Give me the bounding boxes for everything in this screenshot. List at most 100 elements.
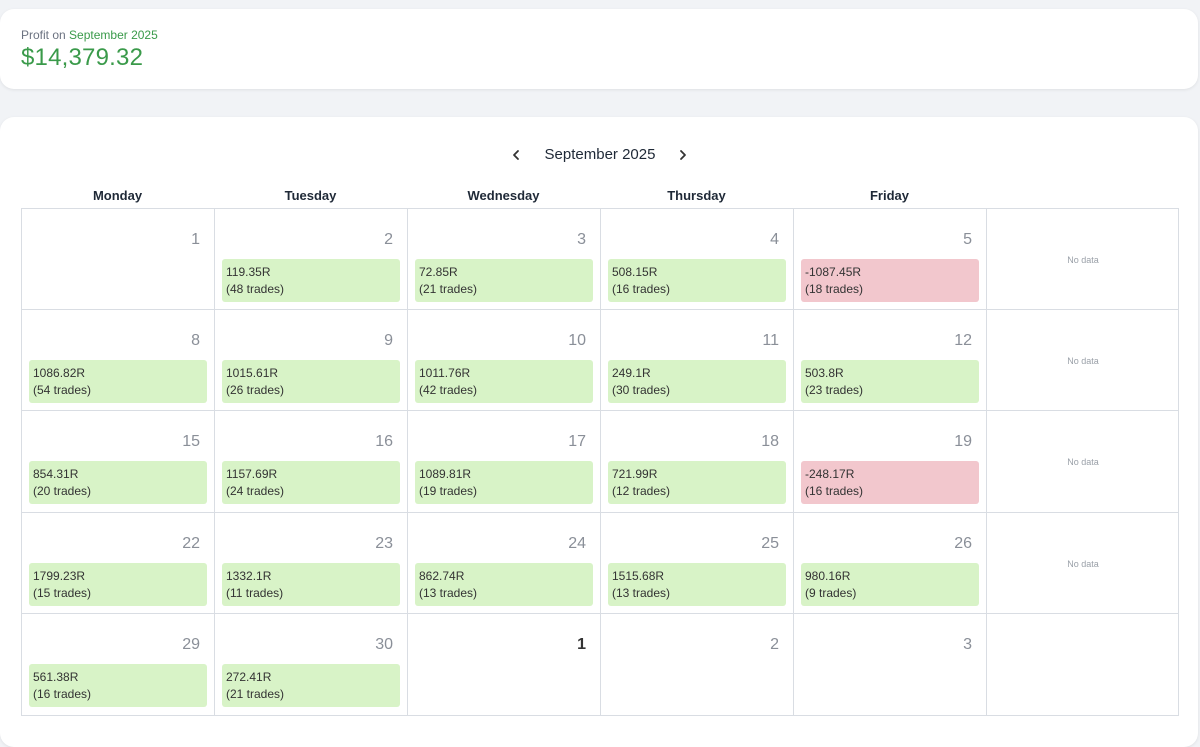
calendar-day-cell[interactable]: 15 854.31R (20 trades)	[22, 411, 215, 513]
calendar-day-cell[interactable]: 3 72.85R (21 trades)	[408, 209, 601, 310]
day-number: 17	[568, 433, 586, 450]
day-trade-count: (24 trades)	[226, 484, 285, 498]
day-number: 1	[191, 231, 200, 248]
weekend-summary-cell: No data	[987, 411, 1179, 513]
day-trade-summary[interactable]: 862.74R (13 trades)	[415, 563, 593, 606]
day-pnl: 1799.23R	[33, 569, 86, 583]
calendar-day-cell[interactable]: 12 503.8R (23 trades)	[794, 310, 987, 411]
day-trade-count: (12 trades)	[612, 484, 671, 498]
day-pnl: 862.74R	[419, 569, 465, 583]
calendar-day-cell[interactable]: 22 1799.23R (15 trades)	[22, 513, 215, 614]
day-number: 29	[182, 636, 200, 653]
day-pnl: 119.35R	[226, 265, 271, 279]
day-pnl: 249.1R	[612, 366, 651, 380]
day-number: 15	[182, 433, 200, 450]
day-trade-summary[interactable]: 119.35R (48 trades)	[222, 259, 400, 302]
day-pnl: 721.99R	[612, 467, 658, 481]
day-pnl: 1011.76R	[419, 366, 471, 380]
day-pnl: 1089.81R	[419, 467, 472, 481]
calendar-day-cell[interactable]: 3	[794, 614, 987, 715]
day-trade-summary[interactable]: 249.1R (30 trades)	[608, 360, 786, 403]
calendar-day-cell[interactable]: 29 561.38R (16 trades)	[22, 614, 215, 715]
profit-label-prefix: Profit on	[21, 28, 66, 42]
calendar-day-cell[interactable]: 18 721.99R (12 trades)	[601, 411, 794, 513]
weekday-header-wednesday: Wednesday	[467, 188, 540, 203]
calendar-month-title: September 2025	[544, 146, 656, 163]
weekday-header-friday: Friday	[869, 188, 909, 203]
day-trade-count: (13 trades)	[419, 586, 478, 600]
chevron-right-icon	[680, 150, 686, 160]
day-pnl: 72.85R	[419, 265, 458, 279]
day-trade-summary[interactable]: 980.16R (9 trades)	[801, 563, 979, 606]
day-trade-summary[interactable]: 1157.69R (24 trades)	[222, 461, 400, 504]
calendar-day-cell[interactable]: 9 1015.61R (26 trades)	[215, 310, 408, 411]
day-trade-summary[interactable]: 503.8R (23 trades)	[801, 360, 979, 403]
calendar-day-cell[interactable]: 25 1515.68R (13 trades)	[601, 513, 794, 614]
calendar-day-cell[interactable]: 4 508.15R (16 trades)	[601, 209, 794, 310]
day-number: 2	[770, 636, 779, 653]
day-trade-count: (13 trades)	[612, 586, 671, 600]
calendar-day-cell[interactable]: 10 1011.76R (42 trades)	[408, 310, 601, 411]
day-trade-summary[interactable]: 1086.82R (54 trades)	[29, 360, 207, 403]
day-pnl: 1157.69R	[226, 467, 278, 481]
calendar-day-cell[interactable]: 8 1086.82R (54 trades)	[22, 310, 215, 411]
day-number: 11	[762, 332, 779, 349]
weekend-summary-cell: No data	[987, 310, 1179, 411]
day-number: 2	[384, 231, 393, 248]
day-trade-count: (16 trades)	[33, 687, 92, 701]
calendar-day-cell[interactable]: 17 1089.81R (19 trades)	[408, 411, 601, 513]
day-trade-summary[interactable]: 561.38R (16 trades)	[29, 664, 207, 707]
calendar-day-cell[interactable]: 2 119.35R (48 trades)	[215, 209, 408, 310]
day-trade-count: (30 trades)	[612, 383, 671, 397]
day-trade-summary[interactable]: 1799.23R (15 trades)	[29, 563, 207, 606]
no-data-label: No data	[1067, 356, 1099, 366]
day-trade-summary[interactable]: 1089.81R (19 trades)	[415, 461, 593, 504]
day-trade-summary[interactable]: -1087.45R (18 trades)	[801, 259, 979, 302]
no-data-label: No data	[1067, 457, 1099, 467]
day-trade-summary[interactable]: 508.15R (16 trades)	[608, 259, 786, 302]
day-number: 26	[954, 535, 972, 552]
day-trade-count: (18 trades)	[805, 282, 864, 296]
calendar-day-cell[interactable]: 1	[22, 209, 215, 310]
day-trade-count: (9 trades)	[805, 586, 857, 600]
day-trade-count: (16 trades)	[612, 282, 671, 296]
calendar-day-cell[interactable]: 26 980.16R (9 trades)	[794, 513, 987, 614]
profit-label-month: September 2025	[69, 28, 158, 42]
calendar-day-cell[interactable]: 2	[601, 614, 794, 715]
day-trade-count: (16 trades)	[805, 484, 864, 498]
day-pnl: 272.41R	[226, 670, 272, 684]
day-number: 1	[577, 636, 586, 653]
calendar-day-cell[interactable]: 19 -248.17R (16 trades)	[794, 411, 987, 513]
day-trade-summary[interactable]: 72.85R (21 trades)	[415, 259, 593, 302]
calendar-day-cell[interactable]: 16 1157.69R (24 trades)	[215, 411, 408, 513]
day-trade-summary[interactable]: 1011.76R (42 trades)	[415, 360, 593, 403]
calendar-grid: 1 2 119.35R (48 trades) 3 72.85R (21 trades) 4 5…	[21, 208, 1179, 716]
day-number: 16	[375, 433, 393, 450]
day-pnl: 1332.1R	[226, 569, 272, 583]
calendar-day-cell[interactable]: 30 272.41R (21 trades)	[215, 614, 408, 715]
calendar-day-cell[interactable]: 1	[408, 614, 601, 715]
day-trade-summary[interactable]: -248.17R (16 trades)	[801, 461, 979, 504]
no-data-label: No data	[1067, 255, 1099, 265]
chevron-left-icon	[513, 150, 519, 160]
day-trade-count: (11 trades)	[226, 586, 284, 600]
weekday-header-tuesday: Tuesday	[284, 188, 337, 203]
prev-month-button[interactable]	[505, 144, 527, 166]
day-number: 18	[761, 433, 779, 450]
day-trade-summary[interactable]: 1332.1R (11 trades)	[222, 563, 400, 606]
day-trade-summary[interactable]: 854.31R (20 trades)	[29, 461, 207, 504]
day-trade-summary[interactable]: 1015.61R (26 trades)	[222, 360, 400, 403]
day-trade-count: (19 trades)	[419, 484, 478, 498]
day-trade-summary[interactable]: 1515.68R (13 trades)	[608, 563, 786, 606]
day-trade-count: (20 trades)	[33, 484, 92, 498]
day-number: 23	[375, 535, 393, 552]
day-pnl: -1087.45R	[805, 265, 862, 279]
calendar-day-cell[interactable]: 23 1332.1R (11 trades)	[215, 513, 408, 614]
calendar-day-cell[interactable]: 11 249.1R (30 trades)	[601, 310, 794, 411]
next-month-button[interactable]	[672, 144, 694, 166]
calendar-day-cell[interactable]: 5 -1087.45R (18 trades)	[794, 209, 987, 310]
day-trade-count: (23 trades)	[805, 383, 864, 397]
calendar-day-cell[interactable]: 24 862.74R (13 trades)	[408, 513, 601, 614]
day-trade-summary[interactable]: 721.99R (12 trades)	[608, 461, 786, 504]
day-trade-summary[interactable]: 272.41R (21 trades)	[222, 664, 400, 707]
